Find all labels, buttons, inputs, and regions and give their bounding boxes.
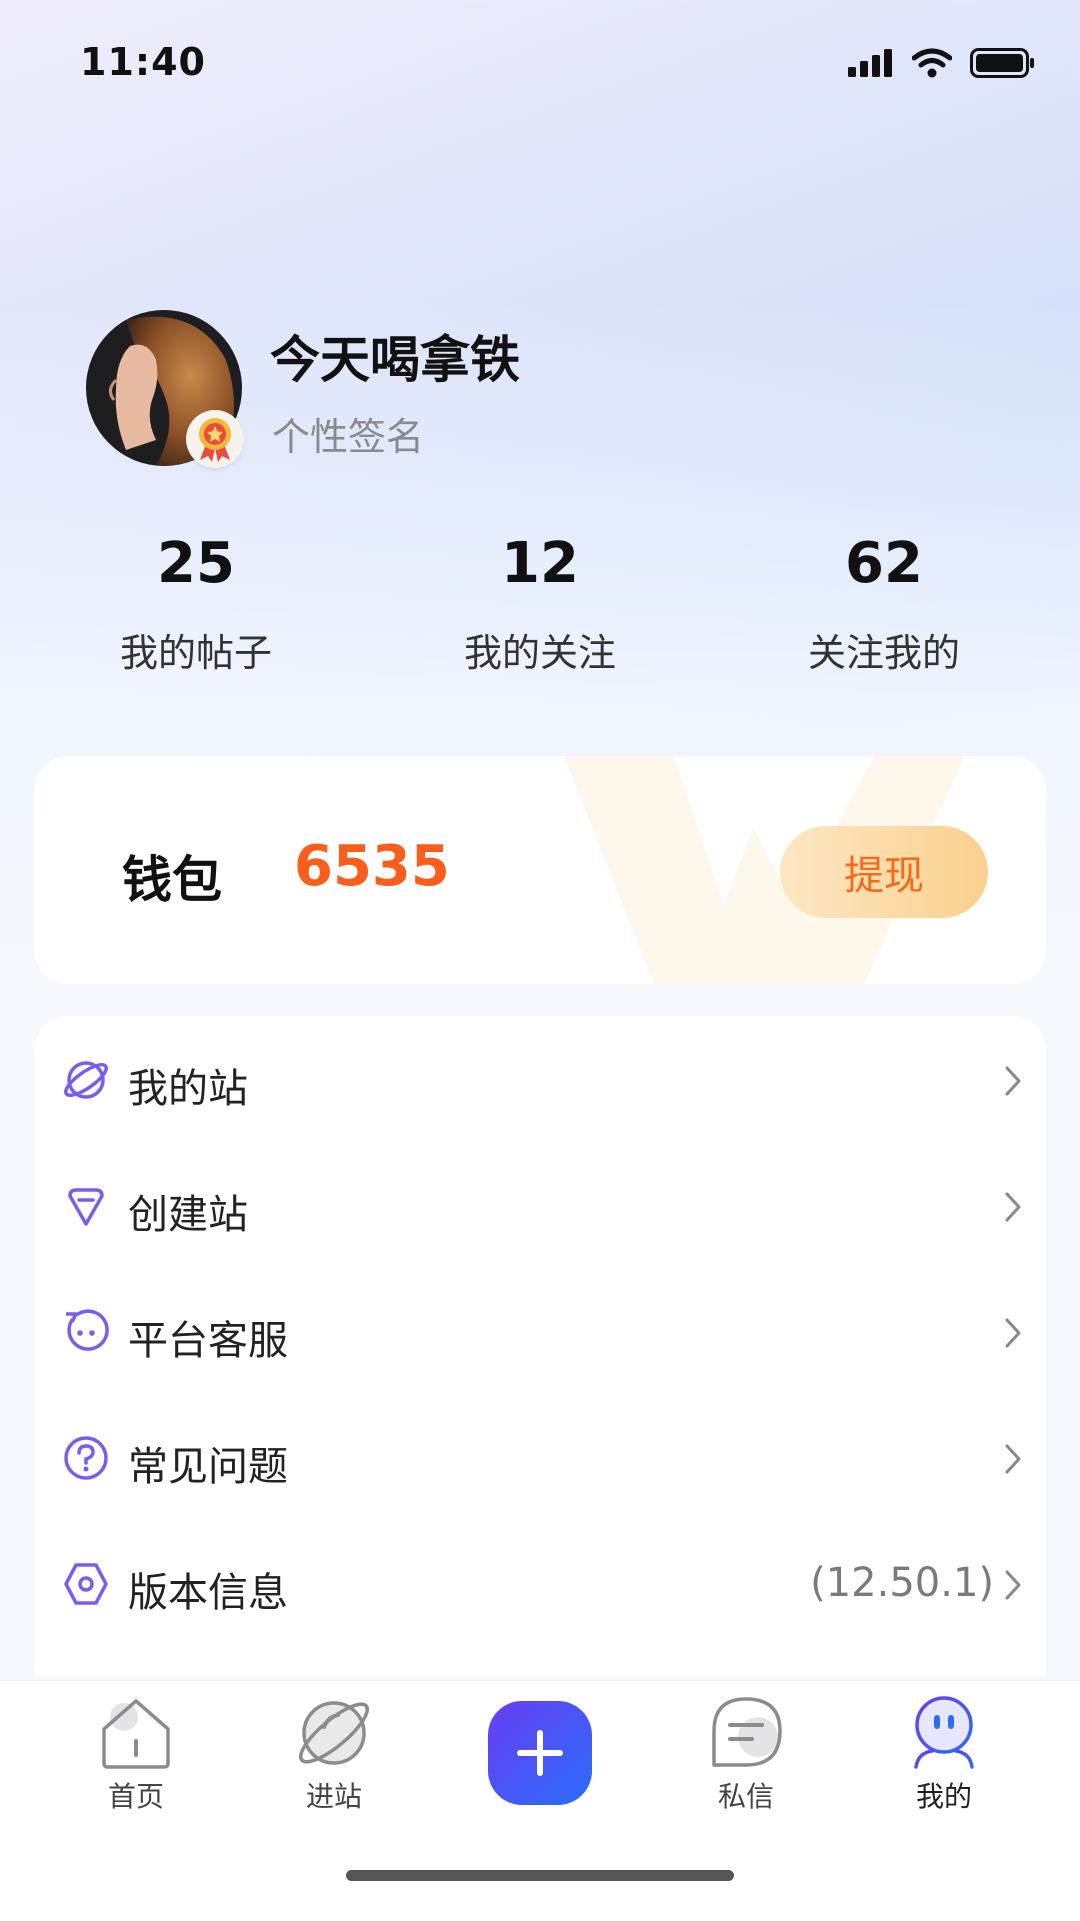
stat-value: 12	[501, 531, 579, 596]
chevron-right-icon	[1005, 1318, 1021, 1348]
avatar[interactable]	[86, 310, 244, 468]
medal-badge-icon	[186, 410, 244, 468]
menu-item-create-station[interactable]: 创建站	[34, 1142, 1046, 1268]
wallet-card[interactable]: 钱包 6535 提现	[34, 756, 1046, 984]
stat-value: 62	[845, 531, 923, 596]
stat-value: 25	[157, 531, 235, 596]
stat-label: 我的关注	[463, 631, 616, 675]
menu-item-my-station[interactable]: 我的站	[34, 1016, 1046, 1142]
stat-label: 关注我的	[807, 631, 960, 675]
home-icon	[102, 1699, 170, 1769]
wallet-label: 钱包	[122, 851, 222, 909]
version-value: (12.50.1)	[810, 1560, 994, 1606]
chevron-right-icon	[1005, 1066, 1021, 1096]
wifi-icon	[912, 48, 952, 78]
stat-following[interactable]: 12 我的关注	[430, 530, 650, 677]
menu-label: 创建站	[128, 1192, 248, 1238]
stat-label: 我的帖子	[119, 631, 272, 675]
username: 今天喝拿铁	[270, 331, 520, 389]
wallet-amount: 6535	[294, 834, 450, 899]
chevron-right-icon	[1005, 1444, 1021, 1474]
tab-messages[interactable]: 私信	[686, 1695, 806, 1815]
home-indicator	[346, 1870, 734, 1881]
create-post-button[interactable]	[488, 1701, 592, 1805]
signature[interactable]: 个性签名	[272, 406, 424, 461]
stat-followers[interactable]: 62 关注我的	[774, 530, 994, 677]
planet-icon	[299, 1701, 369, 1765]
bottom-tab-bar: 首页 进站 私信 我的	[0, 1680, 1080, 1921]
service-bot-icon	[66, 1309, 109, 1351]
menu-item-customer-service[interactable]: 平台客服	[34, 1268, 1046, 1394]
tab-label: 私信	[717, 1780, 774, 1813]
menu-label: 平台客服	[128, 1318, 288, 1364]
stat-my-posts[interactable]: 25 我的帖子	[86, 530, 306, 677]
tab-home[interactable]: 首页	[76, 1695, 196, 1815]
chevron-right-icon	[1005, 1570, 1021, 1600]
plus-icon	[517, 1730, 563, 1776]
menu-label: 版本信息	[128, 1570, 288, 1616]
battery-icon	[970, 48, 1034, 78]
hexagon-icon	[64, 1563, 108, 1605]
tab-me[interactable]: 我的	[884, 1695, 1004, 1815]
tab-enter-station[interactable]: 进站	[274, 1695, 394, 1815]
menu-label: 我的站	[128, 1066, 248, 1112]
menu-item-faq[interactable]: 常见问题	[34, 1394, 1046, 1520]
diamond-icon	[68, 1188, 104, 1226]
menu-label: 常见问题	[128, 1444, 288, 1490]
question-icon	[64, 1436, 108, 1480]
tab-label: 首页	[107, 1780, 164, 1813]
tab-label: 我的	[915, 1780, 972, 1813]
profile-robot-icon	[914, 1696, 974, 1769]
status-bar: 11:40	[0, 0, 1080, 130]
signal-icon	[848, 49, 892, 77]
tab-label: 进站	[305, 1780, 362, 1813]
menu-list: 我的站 创建站 平台客服 常见问题 版本信息 (12.50.1)	[34, 1016, 1046, 1676]
chevron-right-icon	[1005, 1192, 1021, 1222]
message-icon	[712, 1697, 782, 1767]
status-icons	[848, 48, 1036, 78]
planet-icon	[64, 1061, 108, 1099]
status-time: 11:40	[80, 40, 206, 84]
menu-item-version-info[interactable]: 版本信息 (12.50.1)	[34, 1520, 1046, 1646]
withdraw-button[interactable]: 提现	[780, 826, 988, 918]
